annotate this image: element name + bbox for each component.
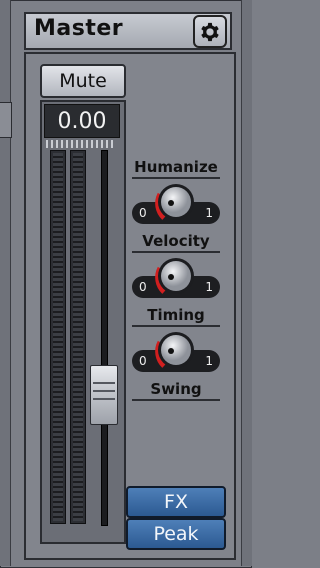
settings-button[interactable] (193, 15, 227, 48)
knob-min-label: 0 (139, 354, 147, 368)
meter-scale (46, 140, 116, 148)
velocity-knob[interactable]: 0 1 (132, 256, 220, 300)
gear-icon (201, 22, 219, 41)
strip-title: Master (34, 16, 124, 41)
level-meter-left (50, 150, 66, 524)
level-meter-right (70, 150, 86, 524)
knob-dial-icon (155, 184, 194, 220)
knob-min-label: 0 (139, 280, 147, 294)
knob-max-label: 1 (205, 354, 213, 368)
gain-display[interactable]: 0.00 (44, 104, 120, 138)
knob-max-label: 1 (205, 206, 213, 220)
knob-max-label: 1 (205, 280, 213, 294)
fader-track[interactable] (101, 150, 108, 526)
fader-handle[interactable] (90, 365, 118, 425)
knob-dial-icon (155, 258, 194, 294)
mute-button[interactable]: Mute (40, 64, 126, 98)
left-rail (0, 0, 11, 566)
fx-button[interactable]: FX (126, 486, 226, 518)
knob-label-swing: Swing (132, 380, 220, 401)
right-rail (241, 0, 252, 566)
resize-handle[interactable] (0, 102, 12, 138)
peak-button[interactable]: Peak (126, 518, 226, 550)
strip-header: Master (24, 12, 232, 50)
humanize-knob[interactable]: 0 1 (132, 182, 220, 226)
knob-min-label: 0 (139, 206, 147, 220)
knob-dial-icon (155, 332, 194, 368)
timing-knob[interactable]: 0 1 (132, 330, 220, 374)
